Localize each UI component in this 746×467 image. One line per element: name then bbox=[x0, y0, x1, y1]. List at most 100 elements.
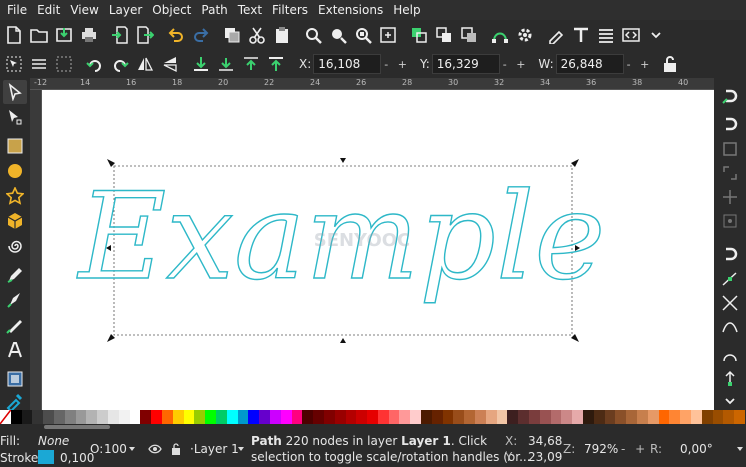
palette-swatch[interactable] bbox=[637, 410, 648, 424]
stroke-swatch[interactable] bbox=[38, 450, 54, 464]
palette-swatch[interactable] bbox=[431, 410, 443, 424]
palette-swatch[interactable] bbox=[107, 410, 119, 424]
palette-swatch[interactable] bbox=[356, 410, 368, 424]
palette-swatch[interactable] bbox=[313, 410, 324, 424]
print-button[interactable] bbox=[77, 23, 101, 47]
layer-dropdown-icon[interactable] bbox=[237, 445, 245, 453]
palette-swatch[interactable] bbox=[518, 410, 530, 424]
group-button[interactable] bbox=[407, 23, 431, 47]
cut-button[interactable] bbox=[245, 23, 269, 47]
palette-swatch[interactable] bbox=[259, 410, 270, 424]
menu-layer[interactable]: Layer bbox=[104, 0, 147, 20]
palette-swatch[interactable] bbox=[205, 410, 216, 424]
palette-swatch[interactable] bbox=[691, 410, 702, 424]
palette-swatch[interactable] bbox=[572, 410, 584, 424]
deselect-button[interactable] bbox=[52, 52, 76, 76]
palette-swatch[interactable] bbox=[410, 410, 422, 424]
select-all-layers-button[interactable] bbox=[27, 52, 51, 76]
pencil-tool[interactable] bbox=[3, 263, 27, 287]
lower-one-button[interactable] bbox=[214, 52, 238, 76]
snap-bbox-edge-button[interactable] bbox=[719, 138, 741, 160]
rotate-cw-button[interactable] bbox=[108, 52, 132, 76]
layer-lock-icon[interactable] bbox=[170, 442, 182, 456]
palette-swatch[interactable] bbox=[626, 410, 638, 424]
palette-swatch[interactable] bbox=[172, 410, 184, 424]
align-button[interactable] bbox=[594, 23, 618, 47]
raise-top-button[interactable] bbox=[264, 52, 288, 76]
ungroup-button[interactable] bbox=[432, 23, 456, 47]
opacity-spinner-icon[interactable] bbox=[128, 445, 136, 453]
w-spinner[interactable]: - + bbox=[627, 58, 653, 71]
selector-tool[interactable] bbox=[3, 80, 27, 104]
palette-swatch[interactable] bbox=[496, 410, 508, 424]
palette-swatch[interactable] bbox=[226, 410, 238, 424]
palette-swatch[interactable] bbox=[32, 410, 44, 424]
star-tool[interactable] bbox=[3, 184, 27, 208]
gradient-tool[interactable] bbox=[3, 367, 27, 391]
eye-icon[interactable] bbox=[148, 443, 162, 455]
pen-tool[interactable] bbox=[3, 288, 27, 312]
flip-vertical-button[interactable] bbox=[158, 52, 182, 76]
snap-cusp-button[interactable] bbox=[719, 344, 741, 366]
palette-swatch[interactable] bbox=[669, 410, 681, 424]
import-button[interactable] bbox=[108, 23, 132, 47]
opacity-value[interactable]: 100 bbox=[104, 442, 127, 456]
palette-swatch[interactable] bbox=[21, 410, 33, 424]
node-tool[interactable] bbox=[3, 105, 27, 129]
palette-swatch[interactable] bbox=[421, 410, 432, 424]
flip-horizontal-button[interactable] bbox=[133, 52, 157, 76]
palette-swatch[interactable] bbox=[86, 410, 98, 424]
fill-value[interactable]: None bbox=[38, 434, 69, 448]
lower-button[interactable] bbox=[457, 23, 481, 47]
new-document-button[interactable] bbox=[2, 23, 26, 47]
palette-swatch[interactable] bbox=[118, 410, 130, 424]
node-editor-button[interactable] bbox=[488, 23, 512, 47]
palette-swatch[interactable] bbox=[129, 410, 141, 424]
snap-nodes-button[interactable] bbox=[719, 244, 741, 266]
rotation-spinner-icon[interactable] bbox=[736, 445, 744, 453]
palette-swatch[interactable] bbox=[334, 410, 346, 424]
palette-swatch[interactable] bbox=[593, 410, 605, 424]
snap-bbox-corner-button[interactable] bbox=[719, 162, 741, 184]
menu-view[interactable]: View bbox=[65, 0, 103, 20]
palette-swatch[interactable] bbox=[43, 410, 54, 424]
text-tool[interactable] bbox=[3, 338, 27, 362]
ellipse-tool[interactable] bbox=[3, 159, 27, 183]
menu-text[interactable]: Text bbox=[233, 0, 267, 20]
palette-swatch[interactable] bbox=[561, 410, 573, 424]
palette-swatch[interactable] bbox=[604, 410, 616, 424]
raise-one-button[interactable] bbox=[239, 52, 263, 76]
menu-edit[interactable]: Edit bbox=[32, 0, 65, 20]
palette-swatch[interactable] bbox=[237, 410, 249, 424]
palette-swatch[interactable] bbox=[658, 410, 670, 424]
redo-button[interactable] bbox=[189, 23, 213, 47]
palette-swatch[interactable] bbox=[583, 410, 594, 424]
text-font-button[interactable] bbox=[569, 23, 593, 47]
export-button[interactable] bbox=[133, 23, 157, 47]
spiral-tool[interactable] bbox=[3, 234, 27, 258]
palette-swatch[interactable] bbox=[345, 410, 357, 424]
lower-bottom-button[interactable] bbox=[189, 52, 213, 76]
zoom-selection-button[interactable] bbox=[301, 23, 325, 47]
snap-more-button[interactable] bbox=[719, 390, 741, 412]
duplicate-button[interactable] bbox=[220, 23, 244, 47]
palette-swatch[interactable] bbox=[248, 410, 260, 424]
more-commands-button[interactable] bbox=[644, 23, 668, 47]
filters-button[interactable] bbox=[513, 23, 537, 47]
palette-swatch[interactable] bbox=[161, 410, 173, 424]
palette-swatch[interactable] bbox=[302, 410, 314, 424]
save-button[interactable] bbox=[52, 23, 76, 47]
palette-swatch[interactable] bbox=[539, 410, 551, 424]
palette-swatch[interactable] bbox=[647, 410, 659, 424]
palette-swatch[interactable] bbox=[388, 410, 400, 424]
palette-swatch[interactable] bbox=[485, 410, 497, 424]
snap-rotation-center-button[interactable] bbox=[719, 368, 741, 390]
zoom-value[interactable]: 792% bbox=[584, 442, 618, 456]
snap-smooth-button[interactable] bbox=[719, 316, 741, 338]
rotation-value[interactable]: 0,00° bbox=[680, 442, 713, 456]
3d-box-tool[interactable] bbox=[3, 209, 27, 233]
palette-swatch[interactable] bbox=[723, 410, 735, 424]
menu-file[interactable]: File bbox=[2, 0, 32, 20]
open-button[interactable] bbox=[27, 23, 51, 47]
select-all-button[interactable] bbox=[2, 52, 26, 76]
